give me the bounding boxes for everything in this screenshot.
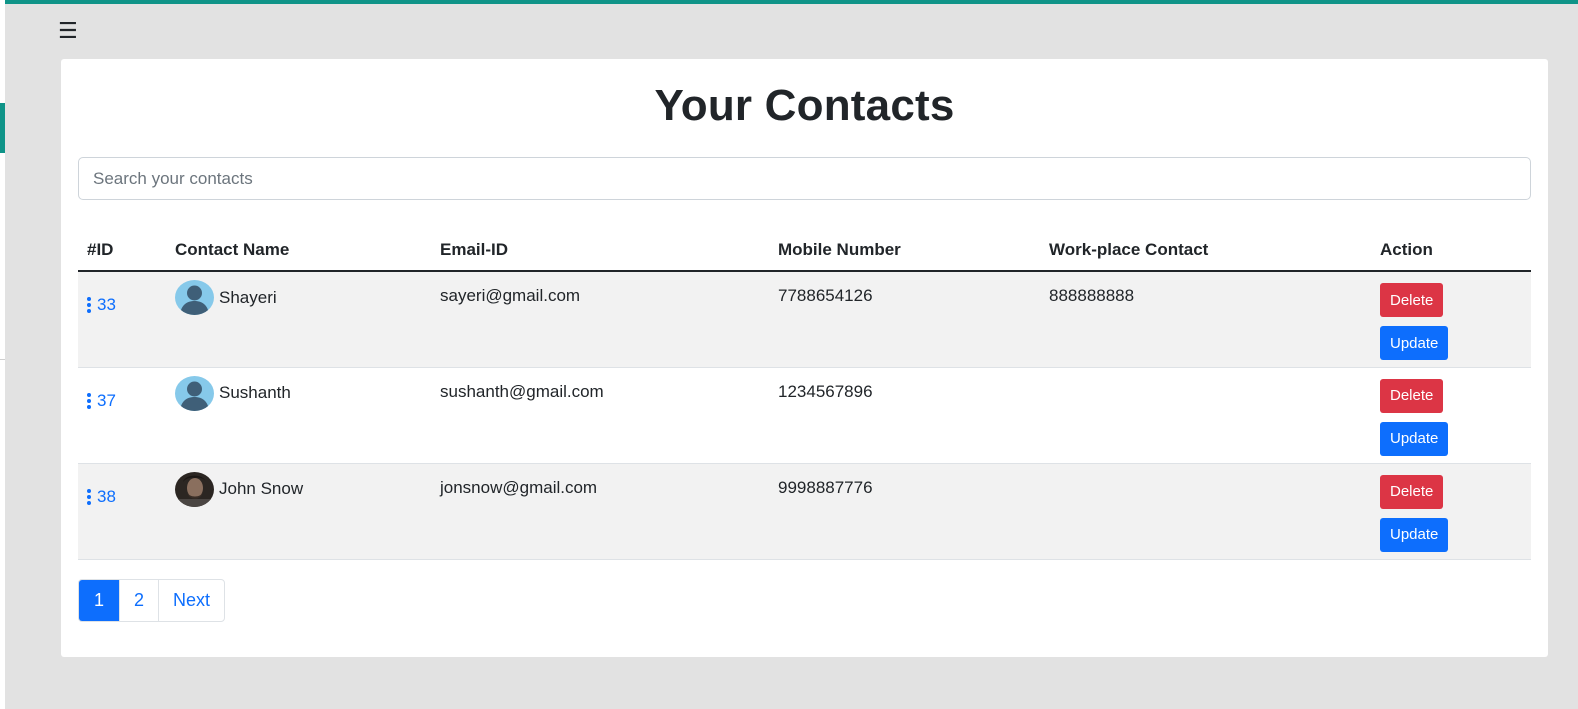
name-cell: John Snow: [166, 463, 431, 560]
delete-button[interactable]: Delete: [1380, 378, 1444, 413]
top-accent-bar: [0, 0, 1578, 4]
work-cell: 888888888: [1040, 271, 1371, 368]
default-avatar: [175, 280, 214, 315]
contact-id: 38: [97, 486, 116, 506]
email-cell: sayeri@gmail.com: [431, 271, 769, 368]
column-header-name: Contact Name: [166, 229, 431, 272]
search-input[interactable]: [78, 157, 1531, 200]
sidebar-divider: [0, 359, 5, 360]
email-cell: sushanth@gmail.com: [431, 367, 769, 464]
update-button[interactable]: Update: [1380, 517, 1449, 552]
table-row: 33 Shayeri sayeri@gmail.com 7788654126 8…: [78, 271, 1531, 368]
kebab-menu-icon: [87, 297, 91, 313]
table-row: 37 Sushanth sushanth@gmail.com 123456789…: [78, 367, 1531, 464]
name-cell: Shayeri: [166, 271, 431, 368]
email-cell: jonsnow@gmail.com: [431, 463, 769, 560]
contact-id: 33: [97, 295, 116, 314]
mobile-cell: 7788654126: [769, 271, 1040, 368]
kebab-menu-icon: [87, 392, 91, 409]
action-cell: Delete Update: [1371, 463, 1531, 560]
update-button[interactable]: Update: [1380, 421, 1449, 456]
work-cell: [1040, 367, 1371, 464]
sidebar-active-indicator: [0, 103, 5, 153]
page-link-1[interactable]: 1: [79, 580, 120, 621]
delete-button[interactable]: Delete: [1380, 474, 1444, 509]
photo-avatar: [175, 471, 214, 507]
contact-id-link[interactable]: 38: [87, 487, 116, 507]
contact-name: Sushanth: [219, 383, 291, 402]
column-header-work: Work-place Contact: [1040, 229, 1371, 272]
contact-id-link[interactable]: 37: [87, 391, 116, 411]
action-cell: Delete Update: [1371, 367, 1531, 464]
table-header-row: #ID Contact Name Email-ID Mobile Number …: [78, 229, 1531, 272]
contacts-card: Your Contacts #ID Contact Name Email-ID …: [61, 59, 1548, 657]
column-header-email: Email-ID: [431, 229, 769, 272]
contact-id: 37: [97, 390, 116, 410]
table-row: 38 John Snow jonsnow@gmail.com 999888777…: [78, 463, 1531, 560]
delete-button[interactable]: Delete: [1380, 283, 1444, 317]
hamburger-icon[interactable]: ☰: [58, 20, 78, 42]
page-link-2[interactable]: 2: [119, 580, 158, 621]
pagination: 1 2 Next: [78, 579, 226, 622]
contacts-table: #ID Contact Name Email-ID Mobile Number …: [78, 229, 1531, 560]
id-cell: 38: [78, 463, 166, 560]
update-button[interactable]: Update: [1380, 326, 1449, 360]
default-avatar: [175, 375, 214, 411]
column-header-id: #ID: [78, 229, 166, 272]
id-cell: 33: [78, 271, 166, 368]
column-header-mobile: Mobile Number: [769, 229, 1040, 272]
next-page-link[interactable]: Next: [158, 580, 224, 621]
page-title: Your Contacts: [654, 81, 955, 130]
mobile-cell: 9998887776: [769, 463, 1040, 560]
contact-name: John Snow: [219, 479, 304, 498]
name-cell: Sushanth: [166, 367, 431, 464]
work-cell: [1040, 463, 1371, 560]
mobile-cell: 1234567896: [769, 367, 1040, 464]
contact-id-link[interactable]: 33: [87, 295, 116, 315]
action-cell: Delete Update: [1371, 271, 1531, 368]
column-header-action: Action: [1371, 229, 1531, 272]
id-cell: 37: [78, 367, 166, 464]
kebab-menu-icon: [87, 488, 91, 505]
contact-name: Shayeri: [219, 287, 277, 307]
